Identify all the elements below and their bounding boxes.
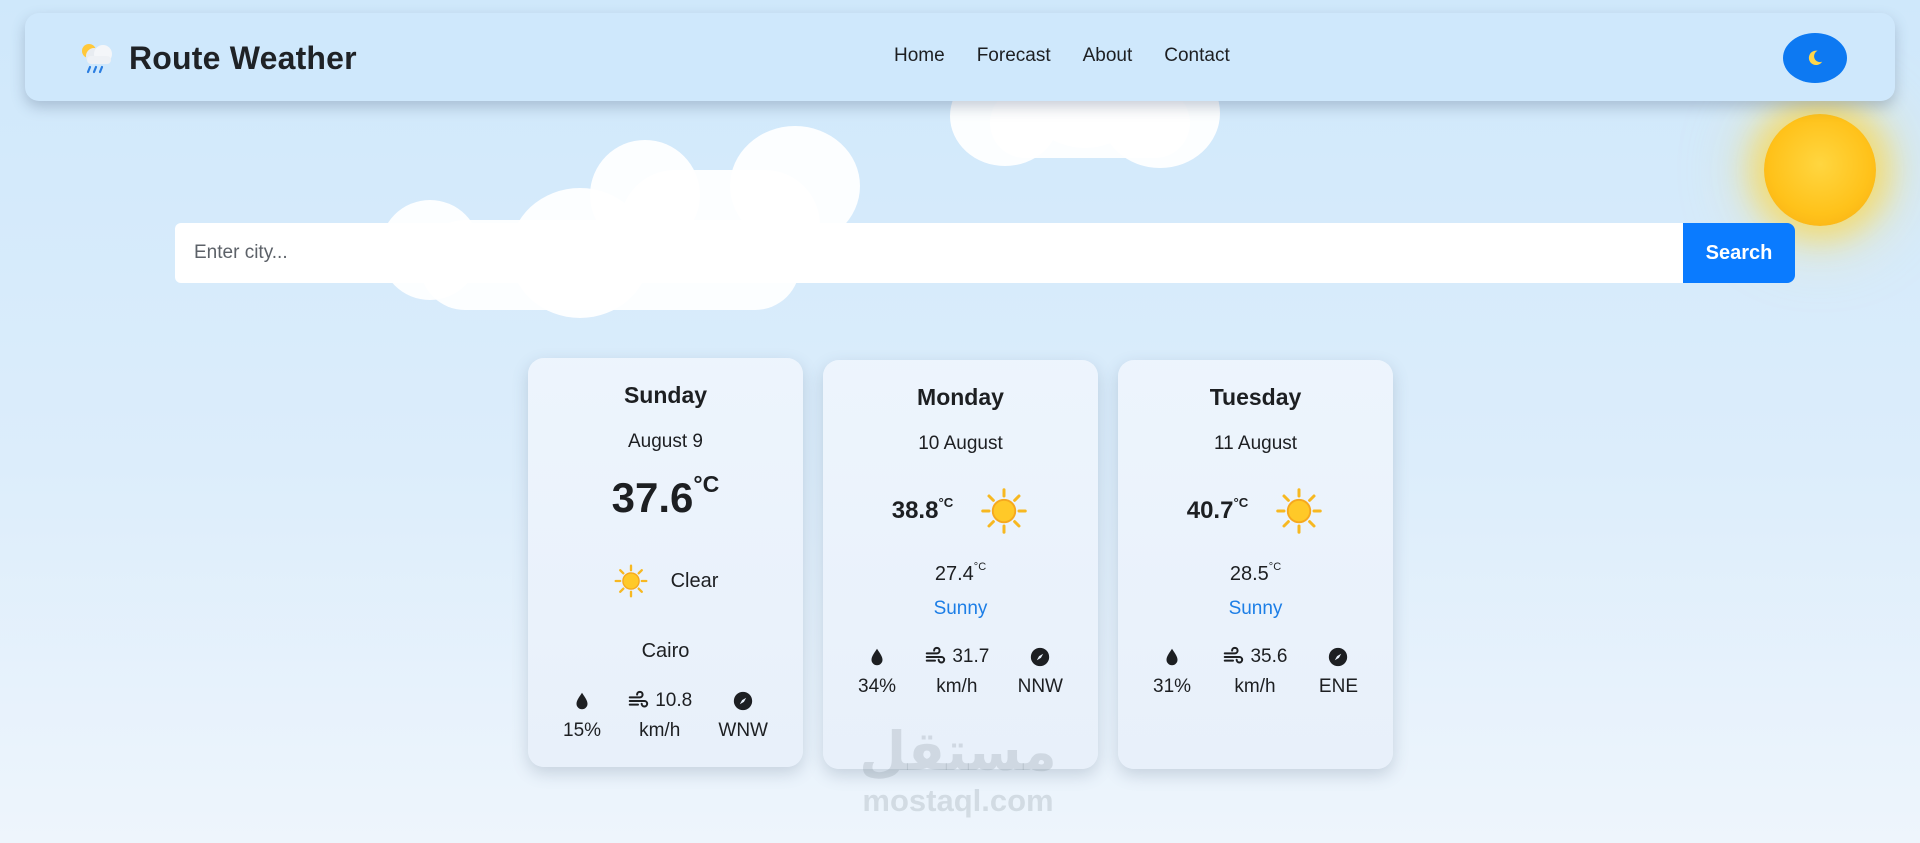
direction-value: ENE — [1318, 676, 1358, 697]
brand-title: Route Weather — [129, 39, 357, 76]
condition-text: Sunny — [933, 598, 988, 619]
weather-stats: 34% 31.7 km/h NNW — [858, 644, 1063, 698]
wind-value: 31.7 — [952, 646, 990, 667]
weather-stats: 31% 35.6 km/h ENE — [1153, 644, 1358, 698]
water-drop-icon — [871, 648, 883, 666]
wind-icon — [628, 690, 649, 708]
wind-stat: 10.8 km/h — [627, 688, 692, 742]
condition-text: Clear — [670, 569, 719, 592]
wind-icon — [1224, 646, 1244, 664]
wind-value: 10.8 — [655, 690, 693, 711]
direction-stat: ENE — [1319, 644, 1358, 698]
wind-unit: km/h — [639, 720, 681, 741]
wind-value: 35.6 — [1250, 646, 1288, 667]
rain-cloud-icon — [82, 44, 112, 74]
nav-link-contact[interactable]: Contact — [1164, 45, 1229, 67]
navbar: Route Weather Home Forecast About Contac… — [25, 13, 1895, 101]
today-card: Sunday August 9 37.6°C Clear Cairo 15% 1… — [528, 358, 803, 767]
compass-icon — [1329, 647, 1348, 667]
nav-link-about[interactable]: About — [1083, 45, 1133, 67]
nav-link-home[interactable]: Home — [894, 45, 945, 67]
compass-icon — [1031, 647, 1050, 667]
min-temperature: 28.5°C — [1229, 561, 1282, 585]
weather-stats: 15% 10.8 km/h WNW — [563, 688, 768, 742]
city-name: Cairo — [641, 640, 690, 662]
humidity-stat: 15% — [563, 688, 601, 742]
compass-icon — [734, 691, 753, 711]
forecast-card: Tuesday 11 August 40.7°C 28.5°C Sunny 31… — [1118, 360, 1393, 769]
min-temperature: 27.4°C — [934, 561, 987, 585]
wind-unit: km/h — [936, 676, 978, 697]
date: 10 August — [918, 433, 1003, 454]
direction-value: WNW — [718, 720, 768, 741]
temperature-row: 40.7°C — [1118, 486, 1393, 536]
humidity-stat: 31% — [1153, 644, 1191, 698]
water-drop-icon — [576, 692, 588, 710]
max-temperature: 40.7°C — [1186, 495, 1249, 524]
condition-row: Clear — [528, 563, 803, 599]
day-name: Sunday — [623, 382, 708, 408]
search-input[interactable] — [175, 223, 1683, 283]
sun-icon — [981, 488, 1028, 534]
day-name: Monday — [917, 384, 1004, 410]
water-drop-icon — [1166, 648, 1178, 666]
condition-text: Sunny — [1228, 598, 1283, 619]
wind-icon — [926, 646, 946, 664]
max-temperature: 38.8°C — [891, 495, 954, 524]
humidity-stat: 34% — [858, 644, 896, 698]
moon-icon — [1808, 50, 1823, 66]
humidity-value: 34% — [858, 676, 897, 697]
direction-stat: WNW — [718, 688, 768, 742]
watermark-logo: مستقل — [859, 720, 1057, 783]
wind-stat: 35.6 km/h — [1222, 644, 1287, 698]
search-bar: Search — [175, 223, 1795, 283]
nav-links: Home Forecast About Contact — [894, 45, 1230, 67]
day-name: Tuesday — [1209, 384, 1302, 410]
sun-decoration — [1764, 114, 1876, 226]
direction-value: NNW — [1017, 676, 1063, 697]
sun-icon — [614, 564, 648, 598]
search-button[interactable]: Search — [1683, 223, 1795, 283]
direction-stat: NNW — [1018, 644, 1063, 698]
temperature-row: 38.8°C — [823, 486, 1098, 536]
nav-link-forecast[interactable]: Forecast — [977, 45, 1051, 67]
humidity-value: 31% — [1153, 676, 1192, 697]
current-temperature: 37.6°C — [611, 470, 720, 521]
date: August 9 — [628, 431, 703, 452]
sun-icon — [1276, 488, 1323, 534]
date: 11 August — [1213, 433, 1298, 454]
watermark-text: mostaql.com — [862, 783, 1054, 818]
brand[interactable]: Route Weather — [77, 38, 357, 78]
humidity-value: 15% — [563, 720, 602, 741]
wind-unit: km/h — [1234, 676, 1276, 697]
wind-stat: 31.7 km/h — [924, 644, 989, 698]
watermark: مستقل mostaql.com — [848, 720, 1068, 818]
forecast-card: Monday 10 August 38.8°C 27.4°C Sunny 34%… — [823, 360, 1098, 769]
theme-toggle-button[interactable] — [1783, 33, 1847, 83]
